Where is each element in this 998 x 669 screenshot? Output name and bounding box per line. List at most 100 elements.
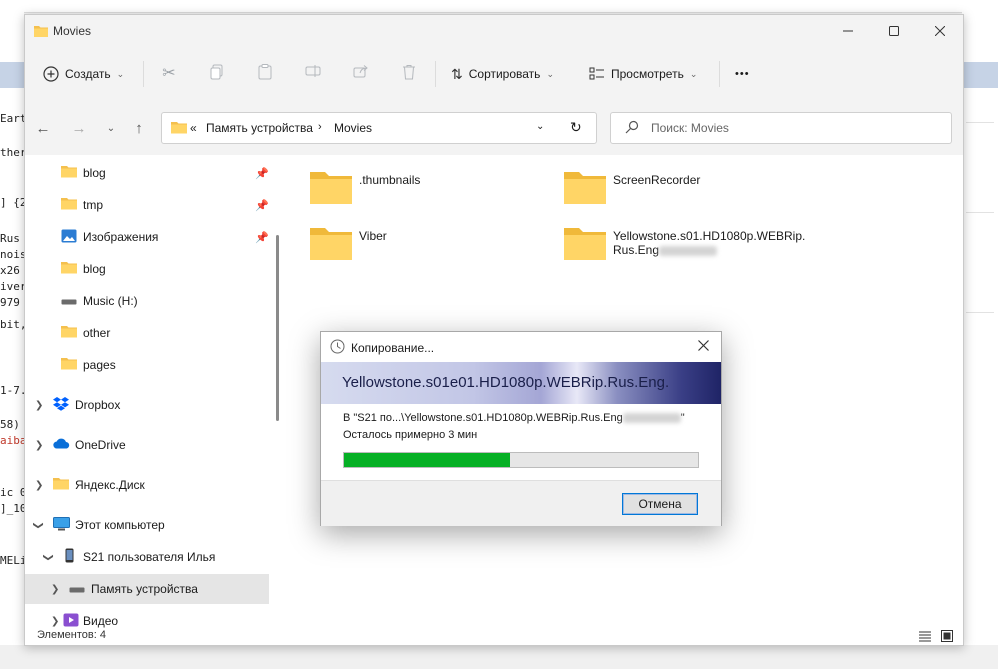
address-field[interactable]: « Память устройства › Movies ⌄ ↻ — [161, 112, 597, 144]
forward-button[interactable]: → — [69, 119, 89, 139]
folder-name-line: Yellowstone.s01.HD1080p.WEBRip. — [613, 229, 806, 243]
folder-item[interactable]: ScreenRecorder — [563, 169, 813, 219]
cut-button[interactable]: ✂ — [159, 64, 179, 84]
chevron-down-icon[interactable]: ❯ — [43, 553, 54, 561]
refresh-button[interactable]: ↻ — [570, 119, 582, 136]
nav-item-blog[interactable]: blog 📌 — [25, 158, 269, 188]
copy-button[interactable] — [207, 64, 227, 84]
chevron-right-icon[interactable]: ❯ — [35, 400, 43, 411]
dropbox-icon — [53, 396, 69, 414]
chevron-down-icon: ⌄ — [689, 68, 698, 79]
search-input[interactable]: Поиск: Movies — [610, 112, 952, 144]
dialog-title: Копирование... — [351, 341, 435, 355]
nav-item-label: blog — [83, 166, 106, 180]
background-band — [962, 62, 998, 88]
folder-icon — [61, 197, 77, 213]
folder-name: Yellowstone.s01.HD1080p.WEBRip. Rus.Eng — [613, 229, 813, 257]
nav-item-tmp[interactable]: tmp 📌 — [25, 190, 269, 220]
up-button[interactable]: ↑ — [129, 119, 149, 139]
nav-item-label: OneDrive — [75, 438, 126, 452]
chevron-right-icon[interactable]: ❯ — [35, 440, 43, 451]
new-button[interactable]: Создать ⌄ — [43, 61, 124, 87]
nav-item-pages[interactable]: pages — [25, 350, 269, 380]
nav-item-blog[interactable]: blog — [25, 254, 269, 284]
background-text: x26 — [0, 264, 20, 277]
command-bar: Создать ⌄ ✂ ⇅ Сортировать ⌄ Просмотреть — [25, 47, 963, 102]
folder-icon — [61, 165, 77, 181]
folder-icon — [309, 225, 353, 275]
phone-icon — [65, 548, 74, 566]
minimize-button[interactable] — [825, 15, 871, 47]
tiles-view-button[interactable] — [941, 630, 953, 645]
maximize-button[interactable] — [871, 15, 917, 47]
chevron-right-icon[interactable]: ❯ — [51, 616, 59, 627]
address-dropdown[interactable]: ⌄ — [536, 121, 544, 132]
sort-button[interactable]: ⇅ Сортировать ⌄ — [451, 61, 554, 87]
nav-item-dropbox[interactable]: ❯ Dropbox — [25, 390, 269, 420]
chevron-down-icon: ⌄ — [116, 68, 125, 79]
nav-item-label: Память устройства — [91, 582, 198, 596]
close-icon — [935, 26, 945, 36]
view-button[interactable]: Просмотреть ⌄ — [589, 61, 697, 87]
background-text: Eart — [0, 112, 27, 125]
copy-destination-end: " — [680, 412, 685, 424]
background-line — [966, 122, 994, 123]
onedrive-icon — [53, 438, 70, 452]
arrow-up-icon: ↑ — [135, 120, 143, 137]
folder-icon — [170, 120, 188, 137]
share-button[interactable] — [351, 64, 371, 84]
nav-item-this-pc[interactable]: ❯ Этот компьютер — [25, 510, 269, 540]
clock-icon — [330, 339, 345, 357]
nav-item-label: Music (H:) — [83, 294, 138, 308]
new-button-label: Создать — [65, 67, 111, 81]
folder-icon — [33, 24, 49, 41]
toolbar-separator — [435, 61, 436, 87]
search-icon — [625, 120, 639, 137]
pin-icon: 📌 — [255, 199, 269, 212]
nav-item-device-storage[interactable]: ❯ Память устройства — [25, 574, 269, 604]
nav-item-other[interactable]: other — [25, 318, 269, 348]
redacted-blur — [659, 245, 718, 256]
nav-item-yandex-disk[interactable]: ❯ Яндекс.Диск — [25, 470, 269, 500]
rename-button[interactable] — [303, 64, 323, 84]
title-bar[interactable]: Movies — [25, 15, 963, 47]
dialog-title-bar[interactable]: Копирование... — [321, 332, 721, 362]
nav-item-label: S21 пользователя Илья — [83, 550, 216, 564]
nav-item-label: tmp — [83, 198, 104, 212]
cancel-button[interactable]: Отмена — [622, 493, 698, 515]
chevron-right-icon[interactable]: ❯ — [51, 584, 59, 595]
nav-item-video[interactable]: ❯ Видео — [25, 606, 269, 629]
breadcrumb-item[interactable]: Movies — [334, 121, 372, 135]
more-options-button[interactable]: ••• — [735, 61, 750, 87]
chevron-right-icon[interactable]: ❯ — [35, 480, 43, 491]
breadcrumb-overflow[interactable]: « — [190, 121, 197, 135]
paste-button[interactable] — [255, 64, 275, 84]
nav-item-phone[interactable]: ❯ S21 пользователя Илья — [25, 542, 269, 572]
delete-button[interactable] — [399, 64, 419, 84]
nav-item-label: Dropbox — [75, 398, 121, 412]
recent-locations-button[interactable]: ⌄ — [101, 119, 121, 139]
folder-item[interactable]: Yellowstone.s01.HD1080p.WEBRip. Rus.Eng — [563, 225, 823, 275]
chevron-down-icon: ⌄ — [546, 68, 554, 79]
details-view-button[interactable] — [919, 630, 931, 645]
back-button[interactable]: ← — [33, 119, 53, 139]
chevron-down-icon[interactable]: ❯ — [33, 521, 44, 529]
nav-item-onedrive[interactable]: ❯ OneDrive — [25, 430, 269, 460]
breadcrumb-item[interactable]: Память устройства — [206, 121, 313, 135]
background-line — [966, 312, 994, 313]
background-text: ] {2 — [0, 196, 27, 209]
background-text: iver — [0, 280, 27, 293]
nav-item-music-drive[interactable]: Music (H:) — [25, 286, 269, 316]
folder-item[interactable]: Viber — [309, 225, 549, 275]
view-icon — [589, 67, 604, 80]
nav-item-label: Видео — [83, 614, 119, 628]
pin-icon: 📌 — [255, 231, 269, 244]
folder-item[interactable]: .thumbnails — [309, 169, 549, 219]
nav-scrollbar[interactable] — [276, 235, 279, 421]
dialog-close-button[interactable] — [693, 337, 713, 357]
nav-item-pictures[interactable]: Изображения 📌 — [25, 222, 269, 252]
background-text: Rus — [0, 232, 20, 245]
nav-item-label: blog — [83, 262, 106, 276]
copy-destination: В "S21 по...\Yellowstone.s01.HD1080p.WEB… — [343, 412, 623, 424]
close-button[interactable] — [917, 15, 963, 47]
